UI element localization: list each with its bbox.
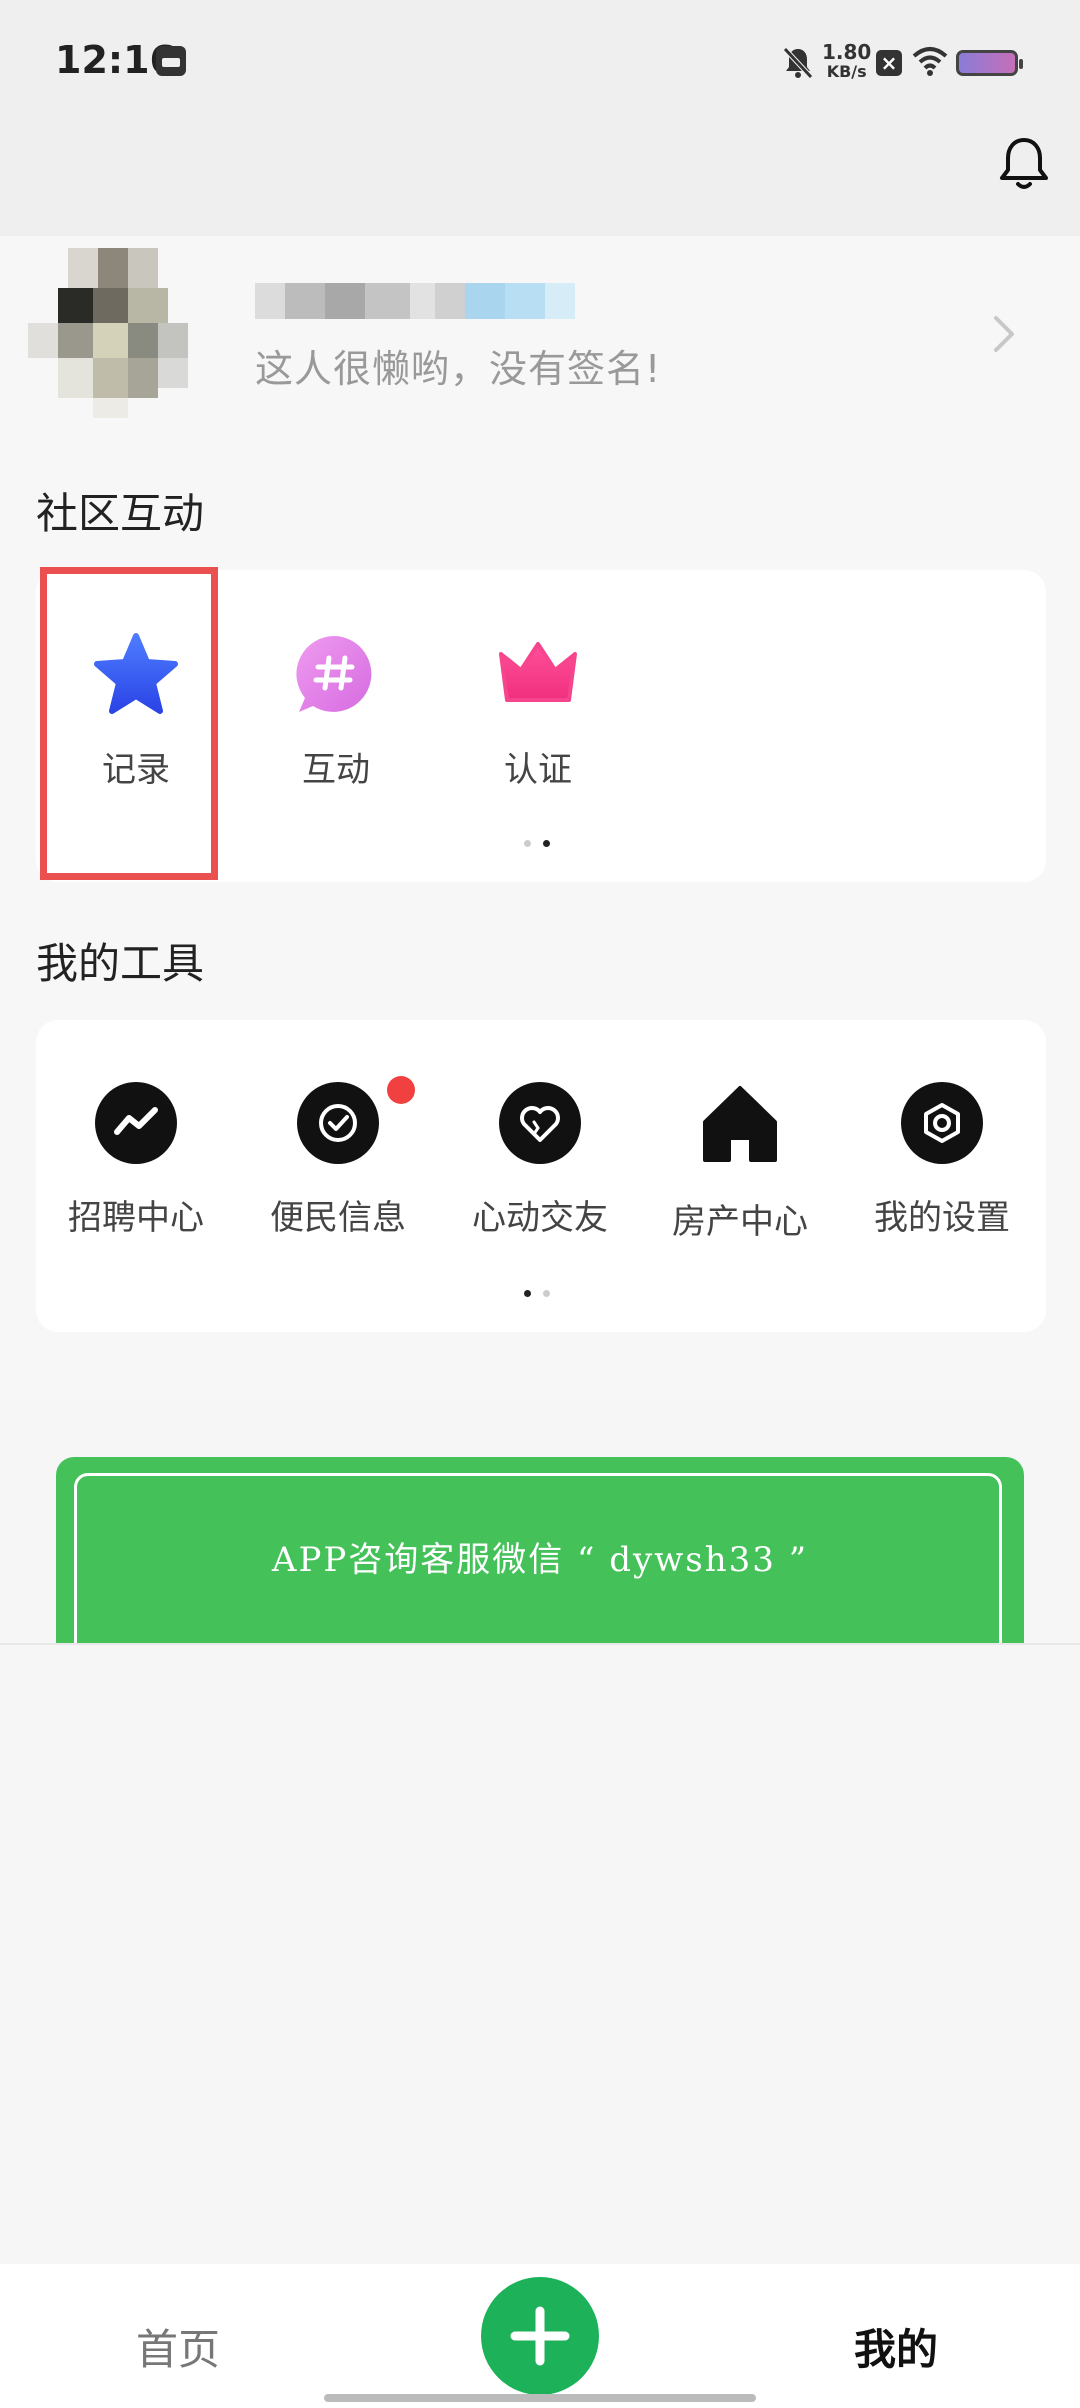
sim-card-icon (156, 46, 186, 76)
plus-icon (510, 2306, 570, 2366)
community-item-interact[interactable]: 互动 (236, 630, 436, 791)
settings-icon (901, 1082, 983, 1164)
page-dot (543, 1290, 550, 1297)
tool-item-label: 心动交友 (472, 1198, 608, 1238)
network-speed: 1.80 KB/s (822, 42, 871, 82)
wifi-icon (912, 47, 948, 76)
tool-item-recruitment[interactable]: 招聘中心 (36, 1082, 236, 1239)
home-indicator (324, 2394, 756, 2402)
highlight-box (40, 567, 218, 880)
notification-badge (387, 1076, 415, 1104)
crown-icon (499, 642, 577, 702)
banner-text: APP咨询客服微信 “ dywsh33 ” (271, 1540, 809, 1580)
tool-item-info[interactable]: 便民信息 (238, 1076, 438, 1239)
tools-section-title: 我的工具 (36, 939, 205, 988)
close-notification-icon: × (876, 50, 902, 76)
tool-item-settings[interactable]: 我的设置 (842, 1082, 1042, 1239)
community-section-title: 社区互动 (36, 489, 205, 538)
chevron-right-icon[interactable] (992, 314, 1016, 354)
nav-mine[interactable]: 我的 (854, 2316, 938, 2377)
community-item-label: 认证 (504, 750, 572, 790)
house-icon (703, 1086, 777, 1162)
page-dot-active (543, 840, 550, 847)
check-circle-icon (297, 1082, 379, 1164)
community-item-verify[interactable]: 认证 (438, 630, 638, 791)
trend-icon (95, 1082, 177, 1164)
profile-signature: 这人很懒哟，没有签名! (255, 347, 662, 391)
header-bar (0, 128, 1080, 236)
nav-home[interactable]: 首页 (136, 2316, 220, 2377)
add-button[interactable] (481, 2277, 599, 2395)
tool-item-dating[interactable]: 心动交友 (440, 1082, 640, 1239)
network-speed-value: 1.80 (822, 40, 872, 64)
mute-bell-icon (783, 47, 813, 79)
tool-item-label: 我的设置 (874, 1198, 1010, 1238)
avatar[interactable] (28, 248, 228, 418)
tool-item-label: 房产中心 (672, 1202, 808, 1242)
page-dot-active (524, 1290, 531, 1297)
customer-service-banner[interactable]: APP咨询客服微信 “ dywsh33 ” (56, 1457, 1024, 1645)
page-dot (524, 840, 531, 847)
tools-page-indicator (524, 1290, 550, 1297)
tool-item-label: 招聘中心 (68, 1198, 204, 1238)
network-speed-unit: KB/s (826, 62, 867, 81)
community-page-indicator (524, 840, 550, 847)
tool-item-label: 便民信息 (270, 1198, 406, 1238)
tool-item-property[interactable]: 房产中心 (640, 1082, 840, 1243)
hashtag-chat-icon (296, 635, 372, 712)
username-pixelated (255, 283, 575, 319)
tools-card: 招聘中心 便民信息 心动交友 房产中心 我的设置 (36, 1020, 1046, 1332)
notification-bell-icon[interactable] (994, 134, 1054, 194)
community-item-label: 互动 (302, 750, 370, 790)
divider (0, 1643, 1080, 1645)
heart-icon (499, 1082, 581, 1164)
battery-icon (956, 50, 1023, 76)
